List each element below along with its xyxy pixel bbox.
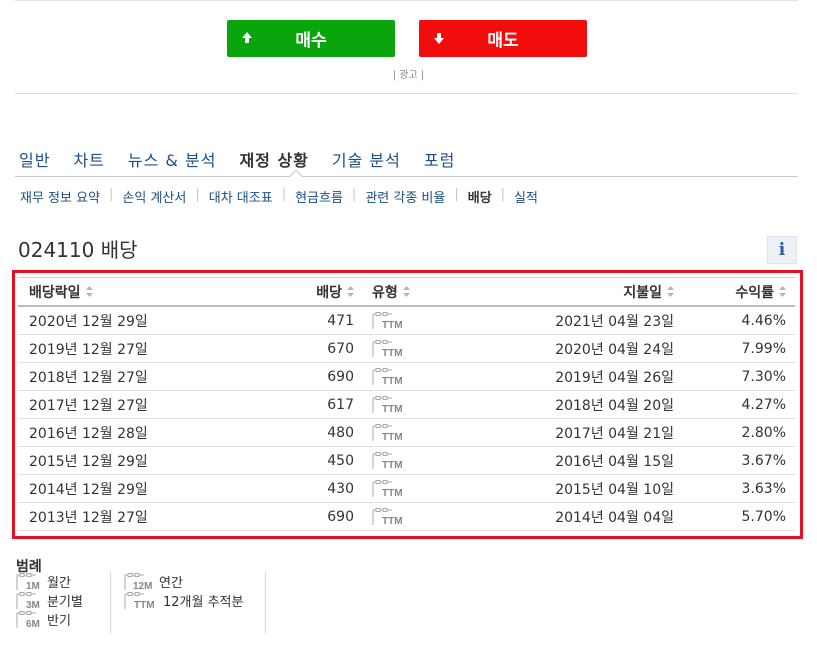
svg-text:TTM: TTM xyxy=(382,320,403,330)
quarterly-icon: 3M xyxy=(16,591,40,610)
ttm-icon: TTM xyxy=(124,591,155,610)
ad-divider xyxy=(15,93,798,94)
ttm-icon: TTM xyxy=(372,447,452,474)
legend-item-quarterly: 3M 분기별 xyxy=(16,591,83,610)
subtab-cash-flow[interactable]: 현금흐름 xyxy=(295,187,343,206)
ttm-icon: TTM xyxy=(372,391,452,418)
svg-text:TTM: TTM xyxy=(382,460,403,470)
active-tab-caret-icon xyxy=(289,170,303,178)
legend-item-annual: 12M 연간 xyxy=(124,572,243,591)
table-row: 2019년 12월 27일 670 TTM 2020년 04월 24일 7.99… xyxy=(18,335,795,363)
tab-chart[interactable]: 차트 xyxy=(73,147,104,171)
svg-text:TTM: TTM xyxy=(134,600,155,610)
header-type[interactable]: 유형 xyxy=(372,278,452,305)
tab-forum[interactable]: 포럼 xyxy=(424,147,455,171)
subtab-balance-sheet[interactable]: 대차 대조표 xyxy=(209,187,273,206)
sort-icon xyxy=(779,286,786,297)
ttm-icon: TTM xyxy=(372,503,452,530)
svg-text:12M: 12M xyxy=(133,581,152,591)
legend-divider xyxy=(265,572,266,634)
tabs-divider xyxy=(15,176,798,177)
header-ex-date[interactable]: 배당락일 xyxy=(29,278,229,305)
svg-text:TTM: TTM xyxy=(382,432,403,442)
monthly-icon: 1M xyxy=(16,572,40,591)
tab-technical[interactable]: 기술 분석 xyxy=(332,147,401,171)
arrow-up-icon xyxy=(242,32,252,43)
legend-item-monthly: 1M 월간 xyxy=(16,572,83,591)
ad-label: | 광고 | xyxy=(392,70,425,81)
semiannual-icon: 6M xyxy=(16,610,40,629)
tab-general[interactable]: 일반 xyxy=(19,147,50,171)
svg-text:TTM: TTM xyxy=(382,488,403,498)
subtab-summary[interactable]: 재무 정보 요약 xyxy=(20,187,100,206)
table-row: 2013년 12월 27일 690 TTM 2014년 04월 04일 5.70… xyxy=(18,503,795,531)
table-header-row: 배당락일 배당 유형 지불일 수익률 xyxy=(18,277,795,307)
header-pay-date[interactable]: 지불일 xyxy=(458,278,674,305)
ttm-icon: TTM xyxy=(372,419,452,446)
sort-icon xyxy=(85,286,93,297)
legend-item-ttm: TTM 12개월 추적분 xyxy=(124,591,243,610)
sub-tabs: 재무 정보 요약 | 손익 계산서 | 대차 대조표 | 현금흐름 | 관련 각… xyxy=(20,187,538,206)
subtab-earnings[interactable]: 실적 xyxy=(514,187,538,206)
sell-button[interactable]: 매도 xyxy=(419,20,587,57)
table-row: 2020년 12월 29일 471 TTM 2021년 04월 23일 4.46… xyxy=(18,307,795,335)
legend-item-semiannual: 6M 반기 xyxy=(16,610,83,629)
tab-news[interactable]: 뉴스 & 분석 xyxy=(128,147,217,171)
sort-icon xyxy=(347,286,354,297)
page-title: 024110 배당 xyxy=(18,238,138,262)
table-row: 2014년 12월 29일 430 TTM 2015년 04월 10일 3.63… xyxy=(18,475,795,503)
subtab-ratios[interactable]: 관련 각종 비율 xyxy=(365,187,445,206)
ttm-icon: TTM xyxy=(372,475,452,502)
sort-icon xyxy=(667,286,674,297)
ttm-icon: TTM xyxy=(372,363,452,390)
arrow-down-icon xyxy=(434,33,444,44)
annual-icon: 12M xyxy=(124,572,152,591)
tab-financials[interactable]: 재정 상황 xyxy=(239,147,308,171)
svg-text:TTM: TTM xyxy=(382,348,403,358)
sort-icon xyxy=(402,286,410,297)
table-row: 2015년 12월 29일 450 TTM 2016년 04월 15일 3.67… xyxy=(18,447,795,475)
header-yield[interactable]: 수익률 xyxy=(694,278,786,305)
legend: 범례 1M 월간 3M 분기별 6M 반기 12M 연간 TTM 12개월 추적… xyxy=(16,556,266,634)
table-row: 2017년 12월 27일 617 TTM 2018년 04월 20일 4.27… xyxy=(18,391,795,419)
info-icon[interactable]: i xyxy=(767,236,797,264)
header-amount[interactable]: 배당 xyxy=(248,278,354,305)
svg-text:TTM: TTM xyxy=(382,516,403,526)
svg-text:6M: 6M xyxy=(26,619,40,629)
legend-divider xyxy=(110,572,111,634)
table-row: 2018년 12월 27일 690 TTM 2019년 04월 26일 7.30… xyxy=(18,363,795,391)
svg-text:TTM: TTM xyxy=(382,376,403,386)
buy-button[interactable]: 매수 xyxy=(227,20,395,57)
subtab-income-statement[interactable]: 손익 계산서 xyxy=(122,187,186,206)
main-tabs: 일반 차트 뉴스 & 분석 재정 상황 기술 분석 포럼 xyxy=(19,147,478,171)
svg-text:TTM: TTM xyxy=(382,404,403,414)
ttm-icon: TTM xyxy=(372,307,452,334)
ttm-icon: TTM xyxy=(372,335,452,362)
dividend-table: 배당락일 배당 유형 지불일 수익률 2020년 12월 29일 471 TTM… xyxy=(18,277,795,531)
table-row: 2016년 12월 28일 480 TTM 2017년 04월 21일 2.80… xyxy=(18,419,795,447)
subtab-dividends[interactable]: 배당 xyxy=(468,187,492,206)
top-divider xyxy=(15,0,798,4)
svg-text:1M: 1M xyxy=(26,581,40,591)
svg-text:3M: 3M xyxy=(26,600,40,610)
